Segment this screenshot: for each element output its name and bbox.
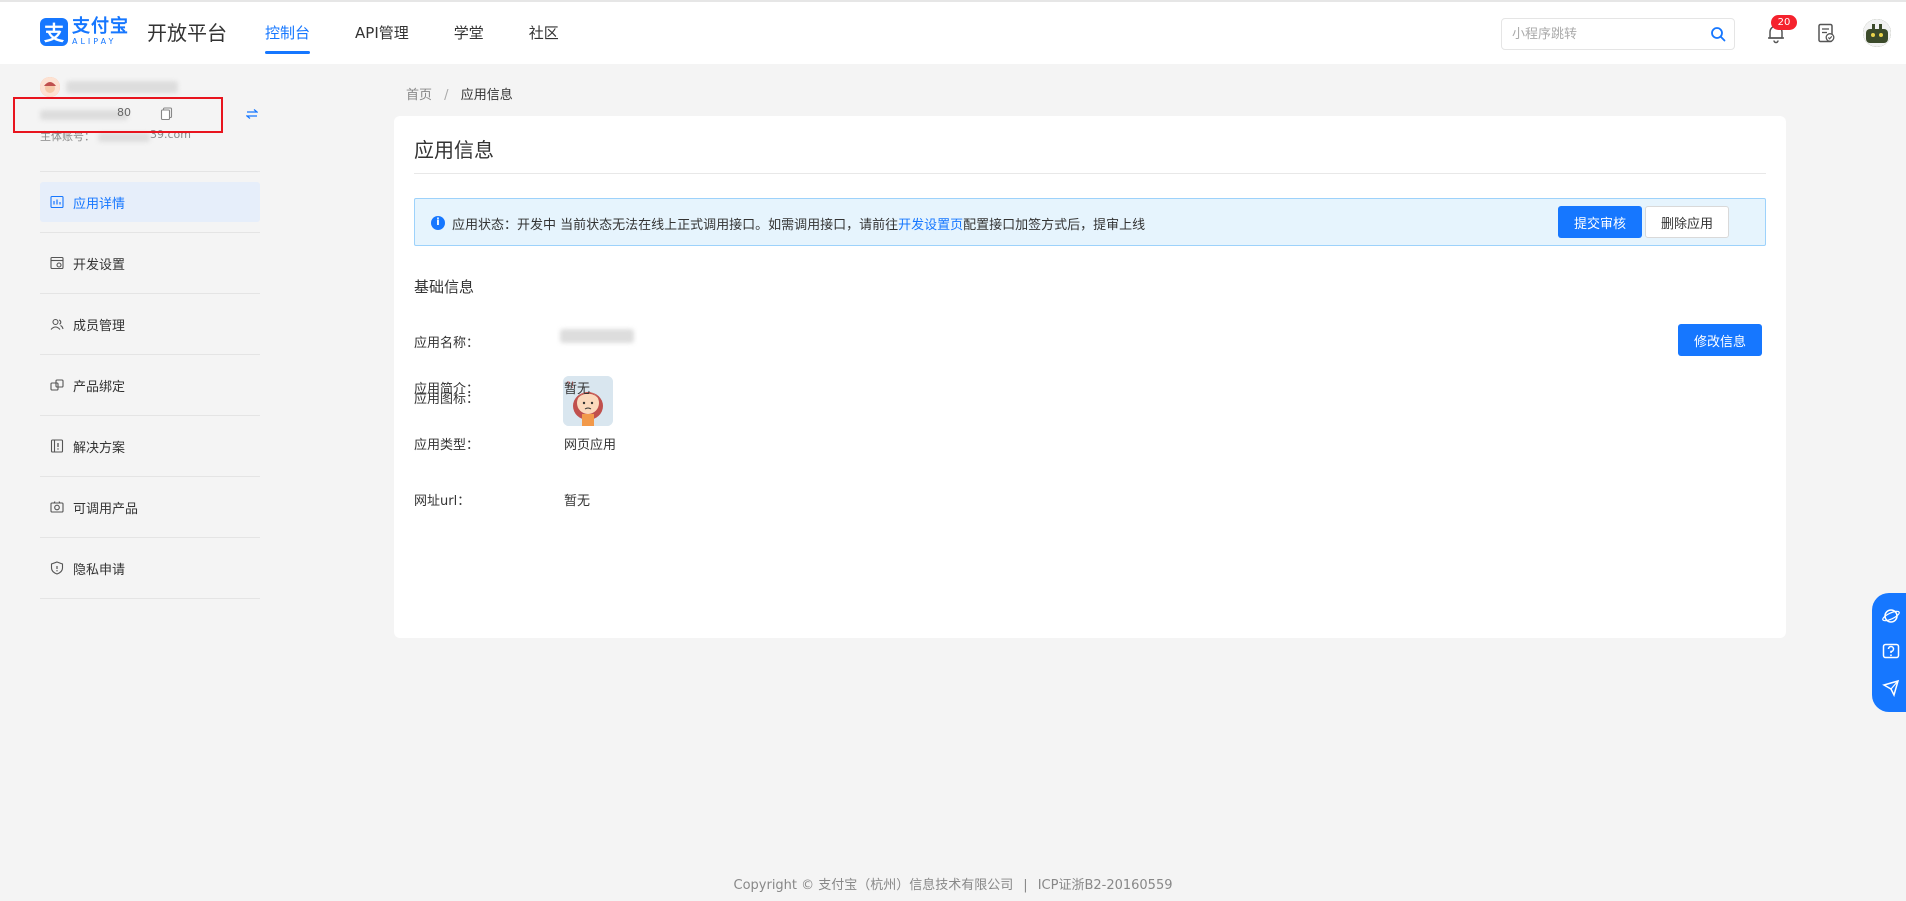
app-type-value: 网页应用 [564,438,617,453]
product-bind-icon [50,379,64,391]
app-info-card: 应用信息 i 应用状态：开发中 当前状态无法在线上正式调用接口。如需调用接口，请… [394,116,1786,638]
sidebar-item-label: 产品绑定 [73,379,126,395]
sidebar-item-label: 可调用产品 [73,501,139,517]
privacy-icon [50,561,64,575]
sidebar-item-solution[interactable]: 解决方案 [40,416,260,477]
sidebar-item-app-detail[interactable]: 应用详情 [40,172,260,233]
platform-name: 开放平台 [147,21,227,45]
app-url-label: 网址url： [414,494,471,509]
app-avatar-icon [40,77,60,97]
basic-info-heading: 基础信息 [414,278,475,296]
search-box [1501,18,1735,50]
edit-info-button[interactable]: 修改信息 [1678,324,1763,356]
nav-academy[interactable]: 学堂 [454,2,484,64]
sidebar-item-callable-products[interactable]: 可调用产品 [40,477,260,538]
footer-copyright: Copyright © 支付宝（杭州）信息技术有限公司 [733,878,1014,893]
top-header: 支 支付宝 ALIPAY 开放平台 控制台 API管理 学堂 社区 20 [0,0,1906,64]
nav-api-management[interactable]: API管理 [355,2,409,64]
sidebar-item-members[interactable]: 成员管理 [40,294,260,355]
nav-community[interactable]: 社区 [529,2,559,64]
breadcrumb-current: 应用信息 [460,88,513,103]
app-type-label: 应用类型： [414,438,480,453]
app-url-value: 暂无 [564,494,591,509]
callable-products-icon [50,501,64,513]
user-avatar-icon [1863,19,1891,47]
nav-console[interactable]: 控制台 [265,2,311,64]
alert-message: 应用状态：开发中 当前状态无法在线上正式调用接口。如需调用接口，请前往开发设置页… [452,214,1145,233]
highlight-box [13,97,223,133]
footer-icp[interactable]: ICP证浙B2-20160559 [1038,878,1173,893]
search-icon[interactable] [1710,26,1726,42]
search-input[interactable] [1512,19,1707,49]
user-avatar[interactable] [1863,19,1891,47]
footer-separator: | [1023,878,1028,893]
app-intro-value: 暂无 [564,382,591,397]
planet-icon[interactable] [1882,607,1900,625]
sidebar-item-dev-settings[interactable]: 开发设置 [40,233,260,294]
app-intro-label: 应用简介： [414,382,480,397]
status-alert: i 应用状态：开发中 当前状态无法在线上正式调用接口。如需调用接口，请前往开发设… [414,198,1766,246]
switch-app-icon[interactable] [246,108,258,120]
app-name-value-redacted [560,329,634,343]
title-divider [414,173,1766,174]
help-icon[interactable] [1882,643,1900,661]
dev-settings-icon [50,256,64,270]
sidebar-item-label: 隐私申请 [73,562,126,578]
members-icon [50,318,64,330]
app-name-label: 应用名称： [414,336,480,351]
sidebar-menu: 应用详情 开发设置 成员管理 产品绑定 解决方案 可调用产品 隐私申请 [40,171,260,599]
info-icon: i [431,216,445,230]
notification-badge: 20 [1771,15,1797,30]
sidebar-item-privacy[interactable]: 隐私申请 [40,538,260,599]
logo-en-text: ALIPAY [72,36,117,46]
app-detail-icon [50,195,64,209]
submit-review-button[interactable]: 提交审核 [1558,206,1643,238]
main-nav: 控制台 API管理 学堂 社区 [265,2,604,64]
footer: Copyright © 支付宝（杭州）信息技术有限公司 | ICP证浙B2-2016… [0,874,1906,893]
sidebar-item-label: 开发设置 [73,257,126,273]
logo-cn-text: 支付宝 [72,15,129,37]
alert-text-suffix: 配置接口加签方式后，提审上线 [963,218,1146,233]
alert-text-prefix: 应用状态：开发中 当前状态无法在线上正式调用接口。如需调用接口，请前往 [452,218,899,233]
alipay-logo[interactable]: 支 支付宝 ALIPAY 开放平台 [40,17,227,46]
breadcrumb-home[interactable]: 首页 [406,88,432,103]
document-check-icon[interactable] [1815,22,1837,44]
app-name-redacted [66,81,178,93]
breadcrumb: 首页 / 应用信息 [406,84,513,103]
sidebar-item-label: 应用详情 [73,196,126,212]
sidebar-item-label: 成员管理 [73,318,126,334]
delete-app-button[interactable]: 删除应用 [1645,206,1730,238]
sidebar-item-label: 解决方案 [73,440,126,456]
sidebar-item-product-bind[interactable]: 产品绑定 [40,355,260,416]
page-title: 应用信息 [414,138,494,162]
dev-settings-link[interactable]: 开发设置页 [898,218,963,233]
alipay-logo-icon: 支 [40,17,68,46]
floating-toolbar [1872,593,1906,712]
feedback-pen-icon[interactable] [1882,679,1900,697]
solution-icon [50,439,64,453]
breadcrumb-separator: / [444,88,449,103]
owner-account-redacted [98,133,150,142]
app-avatar [40,77,60,97]
